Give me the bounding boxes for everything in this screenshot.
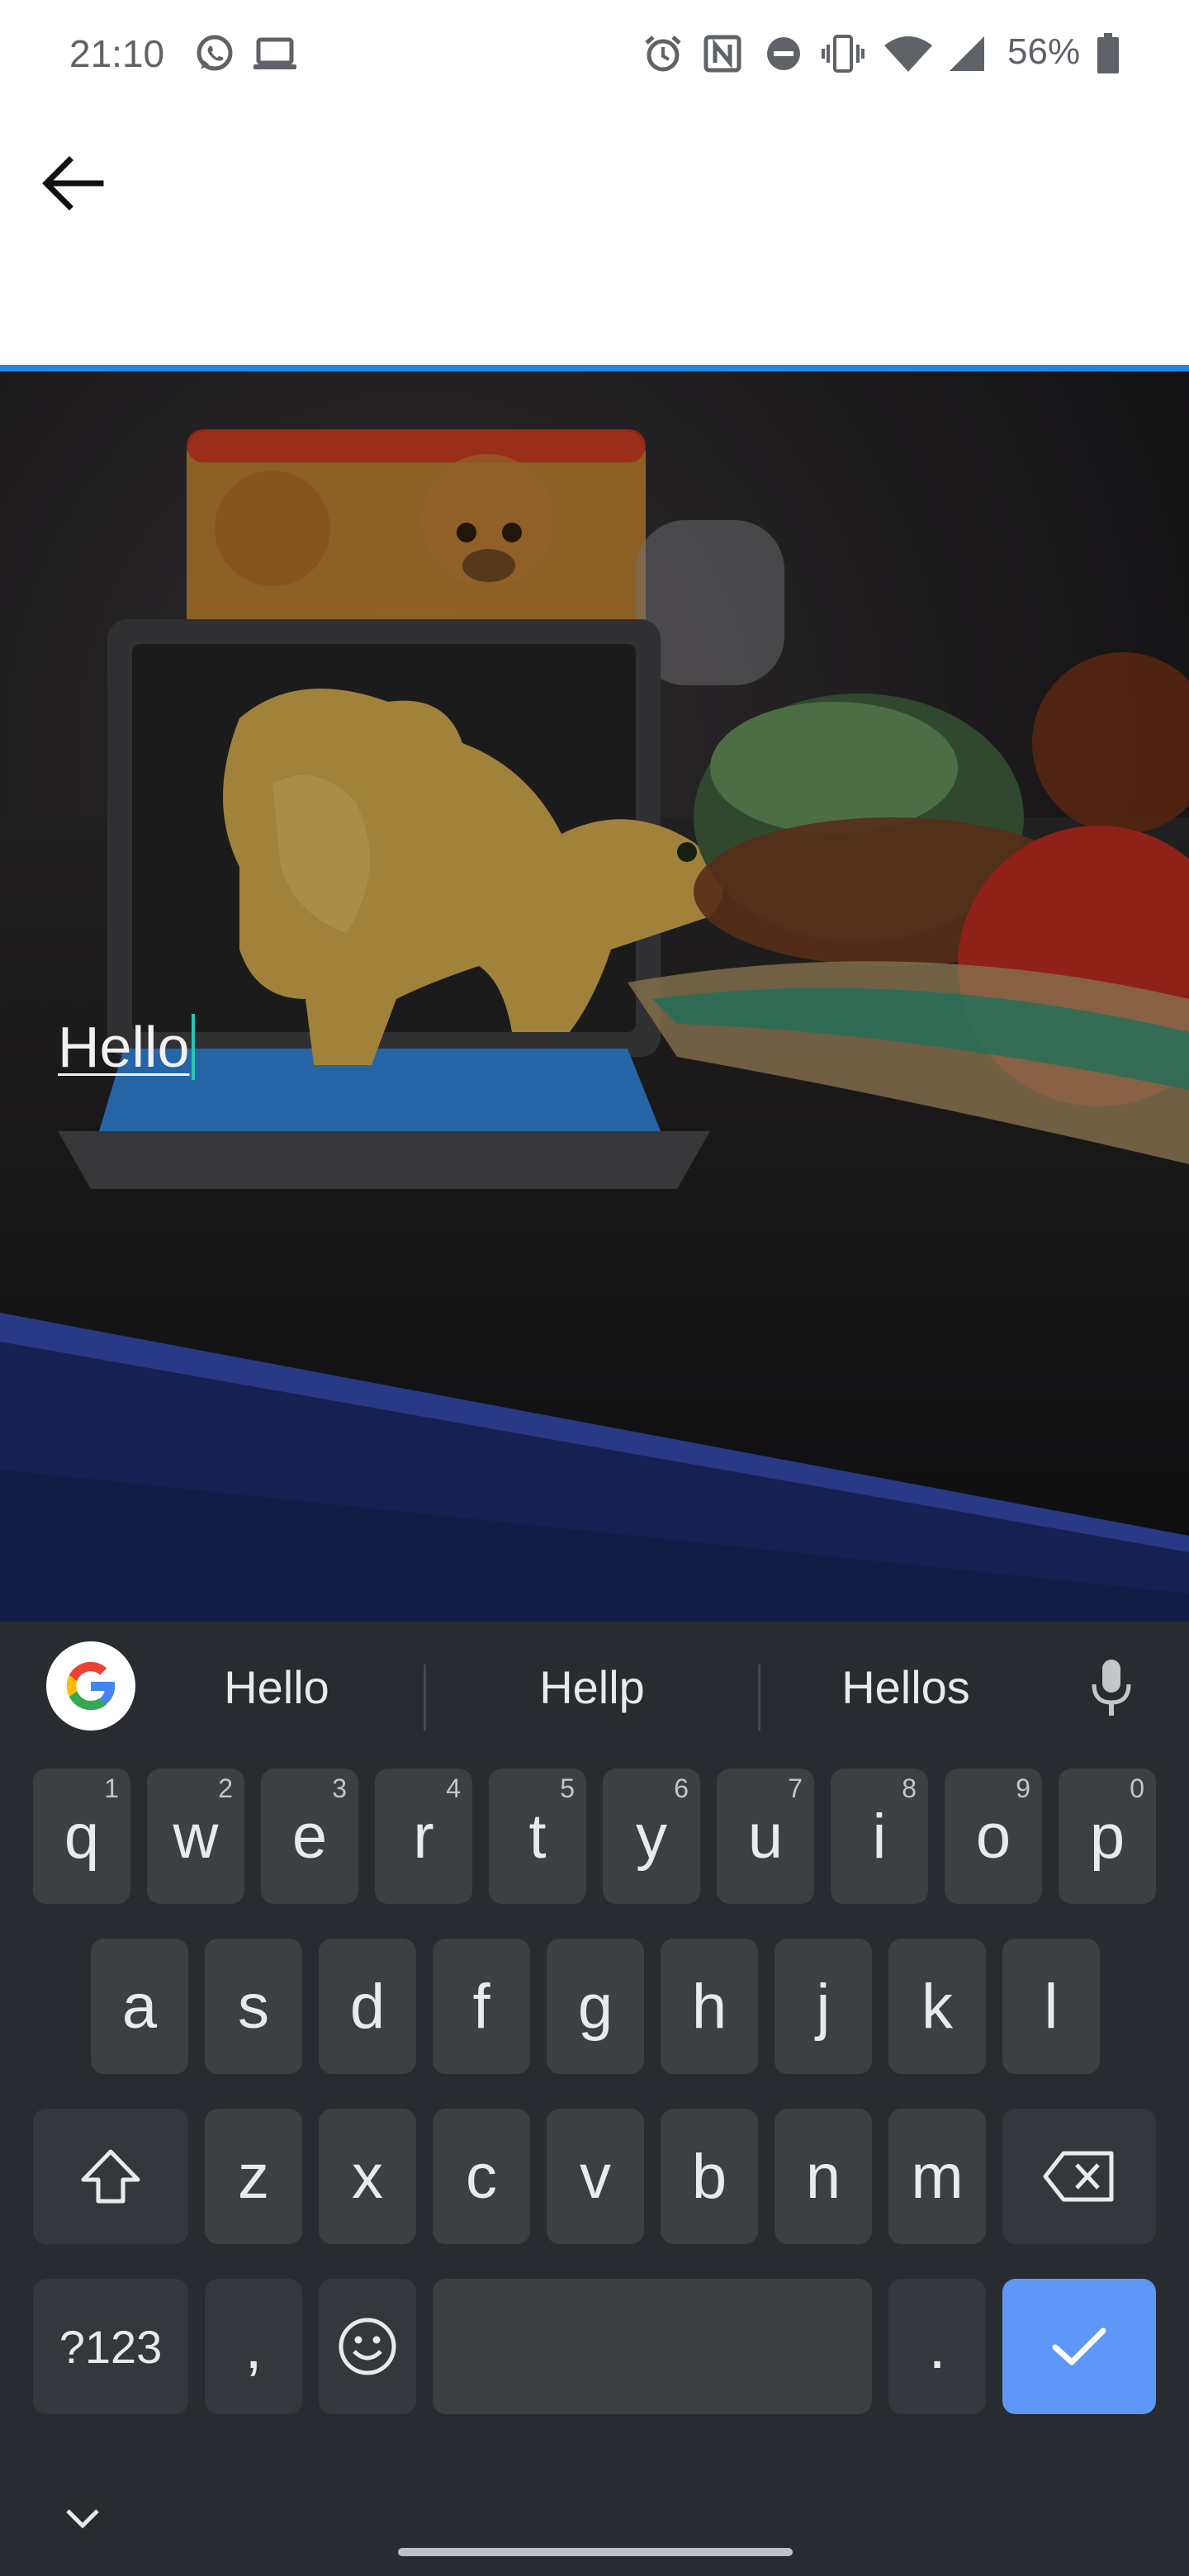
shift-key[interactable] — [33, 2109, 188, 2244]
whatsapp-icon — [192, 31, 238, 76]
suggestion-1[interactable]: Hello — [140, 1655, 413, 1721]
key-a[interactable]: a — [91, 1939, 188, 2074]
suggestion-3[interactable]: Hellos — [770, 1655, 1042, 1721]
nfc-icon — [700, 31, 745, 76]
suggestion-2[interactable]: Hellp — [456, 1655, 728, 1721]
key-g[interactable]: g — [547, 1939, 644, 2074]
key-i[interactable]: i8 — [831, 1769, 928, 1904]
alarm-icon — [641, 31, 685, 76]
key-t[interactable]: t5 — [489, 1769, 586, 1904]
space-key[interactable] — [433, 2279, 872, 2414]
key-q[interactable]: q1 — [33, 1769, 130, 1904]
vibrate-icon — [821, 31, 865, 76]
backspace-key[interactable] — [1002, 2109, 1156, 2244]
chevron-down-icon — [66, 2509, 99, 2529]
emoji-key[interactable] — [319, 2279, 416, 2414]
arrow-left-icon — [42, 156, 104, 211]
signal-icon — [946, 31, 988, 76]
key-k[interactable]: k — [888, 1939, 986, 2074]
collapse-keyboard-button[interactable] — [50, 2485, 116, 2551]
suggestion-divider — [424, 1664, 426, 1731]
photo-canvas[interactable]: Hello — [0, 372, 1189, 1622]
battery-icon — [1092, 31, 1125, 76]
emoji-icon — [339, 2318, 396, 2375]
key-f[interactable]: f — [433, 1939, 530, 2074]
google-button[interactable] — [46, 1641, 135, 1731]
google-icon — [66, 1661, 116, 1711]
key-o[interactable]: o9 — [945, 1769, 1042, 1904]
symbols-key[interactable]: ?123 — [33, 2279, 188, 2414]
gesture-nav-handle[interactable] — [398, 2548, 793, 2556]
key-d[interactable]: d — [319, 1939, 416, 2074]
period-key[interactable]: . — [888, 2279, 986, 2414]
key-h[interactable]: h — [661, 1939, 758, 2074]
photo-image — [0, 372, 1189, 1622]
key-j[interactable]: j — [775, 1939, 872, 2074]
suggestion-strip: Hello Hellp Hellos — [0, 1622, 1189, 1750]
key-m[interactable]: m — [888, 2109, 986, 2244]
wifi-icon — [882, 31, 935, 76]
key-c[interactable]: c — [433, 2109, 530, 2244]
key-w[interactable]: w2 — [147, 1769, 244, 1904]
key-l[interactable]: l — [1002, 1939, 1100, 2074]
text-overlay-input[interactable]: Hello — [58, 1014, 195, 1080]
app-bar — [0, 107, 1189, 368]
text-cursor — [191, 1014, 195, 1080]
suggestion-divider — [758, 1664, 760, 1731]
comma-key[interactable]: , — [205, 2279, 302, 2414]
back-button[interactable] — [30, 140, 116, 226]
laptop-icon — [249, 31, 301, 76]
status-bar: 21:10 56% — [0, 0, 1189, 107]
key-b[interactable]: b — [661, 2109, 758, 2244]
key-v[interactable]: v — [547, 2109, 644, 2244]
key-z[interactable]: z — [205, 2109, 302, 2244]
microphone-icon — [1092, 1660, 1131, 1716]
overlay-text: Hello — [58, 1015, 190, 1079]
key-u[interactable]: u7 — [717, 1769, 814, 1904]
do-not-disturb-icon — [761, 31, 806, 76]
checkmark-icon — [1052, 2327, 1106, 2365]
key-e[interactable]: e3 — [261, 1769, 358, 1904]
backspace-icon — [1043, 2151, 1114, 2202]
key-n[interactable]: n — [775, 2109, 872, 2244]
enter-key[interactable] — [1002, 2279, 1156, 2414]
progress-line — [0, 365, 1189, 372]
key-x[interactable]: x — [319, 2109, 416, 2244]
key-s[interactable]: s — [205, 1939, 302, 2074]
key-r[interactable]: r4 — [375, 1769, 472, 1904]
battery-percent: 56% — [1007, 31, 1081, 72]
mic-button[interactable] — [1078, 1651, 1144, 1726]
status-time: 21:10 — [69, 32, 165, 75]
shift-icon — [81, 2149, 140, 2204]
keyboard: Hello Hellp Hellos q1 w2 e3 r4 t5 y6 u7 … — [0, 1622, 1189, 2576]
key-p[interactable]: p0 — [1059, 1769, 1156, 1904]
key-y[interactable]: y6 — [603, 1769, 700, 1904]
